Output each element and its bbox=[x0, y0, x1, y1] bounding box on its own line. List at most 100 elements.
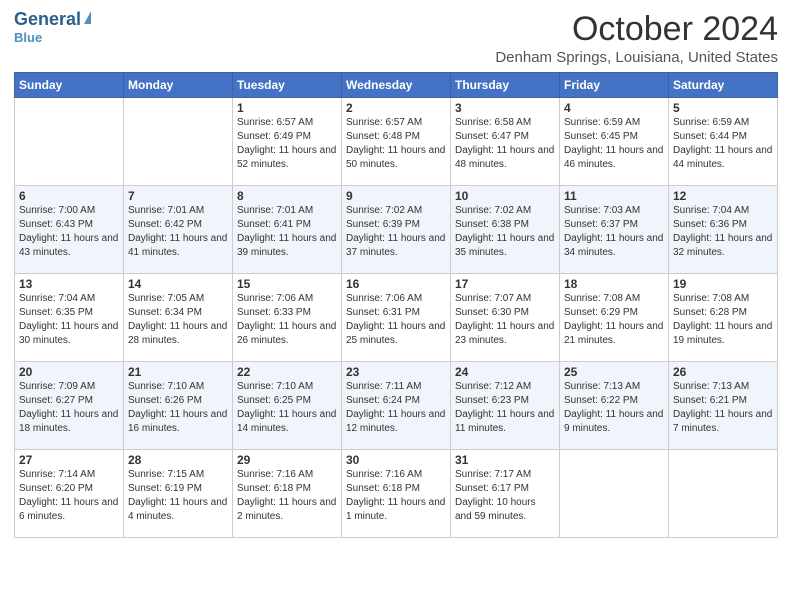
calendar-cell: 15Sunrise: 7:06 AMSunset: 6:33 PMDayligh… bbox=[233, 274, 342, 362]
calendar-cell bbox=[124, 98, 233, 186]
calendar-header-friday: Friday bbox=[560, 73, 669, 98]
calendar-cell: 18Sunrise: 7:08 AMSunset: 6:29 PMDayligh… bbox=[560, 274, 669, 362]
calendar-cell: 6Sunrise: 7:00 AMSunset: 6:43 PMDaylight… bbox=[15, 186, 124, 274]
day-info: Sunrise: 7:04 AMSunset: 6:36 PMDaylight:… bbox=[673, 204, 773, 260]
calendar-header-row: SundayMondayTuesdayWednesdayThursdayFrid… bbox=[15, 73, 778, 98]
day-number: 11 bbox=[564, 189, 664, 203]
day-number: 1 bbox=[237, 101, 337, 115]
calendar-cell: 9Sunrise: 7:02 AMSunset: 6:39 PMDaylight… bbox=[342, 186, 451, 274]
day-info: Sunrise: 6:57 AMSunset: 6:49 PMDaylight:… bbox=[237, 116, 337, 172]
calendar-cell: 29Sunrise: 7:16 AMSunset: 6:18 PMDayligh… bbox=[233, 450, 342, 538]
calendar-cell: 20Sunrise: 7:09 AMSunset: 6:27 PMDayligh… bbox=[15, 362, 124, 450]
calendar-cell: 28Sunrise: 7:15 AMSunset: 6:19 PMDayligh… bbox=[124, 450, 233, 538]
calendar-cell: 26Sunrise: 7:13 AMSunset: 6:21 PMDayligh… bbox=[669, 362, 778, 450]
calendar-cell: 4Sunrise: 6:59 AMSunset: 6:45 PMDaylight… bbox=[560, 98, 669, 186]
calendar-cell: 22Sunrise: 7:10 AMSunset: 6:25 PMDayligh… bbox=[233, 362, 342, 450]
day-info: Sunrise: 7:05 AMSunset: 6:34 PMDaylight:… bbox=[128, 292, 228, 348]
day-number: 28 bbox=[128, 453, 228, 467]
day-info: Sunrise: 7:14 AMSunset: 6:20 PMDaylight:… bbox=[19, 468, 119, 524]
day-number: 19 bbox=[673, 277, 773, 291]
day-number: 9 bbox=[346, 189, 446, 203]
calendar-cell bbox=[669, 450, 778, 538]
calendar-header-tuesday: Tuesday bbox=[233, 73, 342, 98]
calendar-cell: 5Sunrise: 6:59 AMSunset: 6:44 PMDaylight… bbox=[669, 98, 778, 186]
day-number: 16 bbox=[346, 277, 446, 291]
day-number: 10 bbox=[455, 189, 555, 203]
day-number: 6 bbox=[19, 189, 119, 203]
day-number: 3 bbox=[455, 101, 555, 115]
logo-icon bbox=[84, 11, 91, 24]
title-area: October 2024 Denham Springs, Louisiana, … bbox=[495, 10, 778, 66]
day-info: Sunrise: 7:01 AMSunset: 6:42 PMDaylight:… bbox=[128, 204, 228, 260]
page: General Blue October 2024 Denham Springs… bbox=[0, 0, 792, 612]
calendar-cell: 3Sunrise: 6:58 AMSunset: 6:47 PMDaylight… bbox=[451, 98, 560, 186]
calendar-cell: 14Sunrise: 7:05 AMSunset: 6:34 PMDayligh… bbox=[124, 274, 233, 362]
logo-blue: Blue bbox=[14, 30, 42, 45]
day-info: Sunrise: 7:02 AMSunset: 6:38 PMDaylight:… bbox=[455, 204, 555, 260]
day-info: Sunrise: 7:15 AMSunset: 6:19 PMDaylight:… bbox=[128, 468, 228, 524]
header: General Blue October 2024 Denham Springs… bbox=[14, 10, 778, 66]
day-info: Sunrise: 7:12 AMSunset: 6:23 PMDaylight:… bbox=[455, 380, 555, 436]
day-number: 15 bbox=[237, 277, 337, 291]
calendar-cell: 16Sunrise: 7:06 AMSunset: 6:31 PMDayligh… bbox=[342, 274, 451, 362]
day-number: 20 bbox=[19, 365, 119, 379]
calendar-cell: 19Sunrise: 7:08 AMSunset: 6:28 PMDayligh… bbox=[669, 274, 778, 362]
calendar-cell: 24Sunrise: 7:12 AMSunset: 6:23 PMDayligh… bbox=[451, 362, 560, 450]
day-number: 8 bbox=[237, 189, 337, 203]
day-info: Sunrise: 7:10 AMSunset: 6:25 PMDaylight:… bbox=[237, 380, 337, 436]
calendar-header-wednesday: Wednesday bbox=[342, 73, 451, 98]
day-info: Sunrise: 7:00 AMSunset: 6:43 PMDaylight:… bbox=[19, 204, 119, 260]
day-info: Sunrise: 7:06 AMSunset: 6:31 PMDaylight:… bbox=[346, 292, 446, 348]
calendar-week-2: 6Sunrise: 7:00 AMSunset: 6:43 PMDaylight… bbox=[15, 186, 778, 274]
day-info: Sunrise: 7:17 AMSunset: 6:17 PMDaylight:… bbox=[455, 468, 555, 524]
day-info: Sunrise: 7:11 AMSunset: 6:24 PMDaylight:… bbox=[346, 380, 446, 436]
calendar-header-thursday: Thursday bbox=[451, 73, 560, 98]
day-number: 25 bbox=[564, 365, 664, 379]
day-info: Sunrise: 6:59 AMSunset: 6:44 PMDaylight:… bbox=[673, 116, 773, 172]
day-number: 14 bbox=[128, 277, 228, 291]
logo-general: General bbox=[14, 10, 81, 30]
day-number: 5 bbox=[673, 101, 773, 115]
day-info: Sunrise: 6:59 AMSunset: 6:45 PMDaylight:… bbox=[564, 116, 664, 172]
day-info: Sunrise: 7:13 AMSunset: 6:21 PMDaylight:… bbox=[673, 380, 773, 436]
calendar-cell: 7Sunrise: 7:01 AMSunset: 6:42 PMDaylight… bbox=[124, 186, 233, 274]
day-info: Sunrise: 7:04 AMSunset: 6:35 PMDaylight:… bbox=[19, 292, 119, 348]
logo-area: General Blue bbox=[14, 10, 91, 45]
calendar-header-sunday: Sunday bbox=[15, 73, 124, 98]
day-number: 12 bbox=[673, 189, 773, 203]
day-number: 23 bbox=[346, 365, 446, 379]
calendar-cell bbox=[15, 98, 124, 186]
calendar-week-1: 1Sunrise: 6:57 AMSunset: 6:49 PMDaylight… bbox=[15, 98, 778, 186]
day-info: Sunrise: 7:03 AMSunset: 6:37 PMDaylight:… bbox=[564, 204, 664, 260]
day-info: Sunrise: 7:06 AMSunset: 6:33 PMDaylight:… bbox=[237, 292, 337, 348]
calendar-header-saturday: Saturday bbox=[669, 73, 778, 98]
day-number: 17 bbox=[455, 277, 555, 291]
day-number: 21 bbox=[128, 365, 228, 379]
main-title: October 2024 bbox=[495, 10, 778, 49]
day-info: Sunrise: 7:13 AMSunset: 6:22 PMDaylight:… bbox=[564, 380, 664, 436]
calendar-header-monday: Monday bbox=[124, 73, 233, 98]
day-info: Sunrise: 6:58 AMSunset: 6:47 PMDaylight:… bbox=[455, 116, 555, 172]
day-info: Sunrise: 7:07 AMSunset: 6:30 PMDaylight:… bbox=[455, 292, 555, 348]
day-info: Sunrise: 7:02 AMSunset: 6:39 PMDaylight:… bbox=[346, 204, 446, 260]
day-number: 18 bbox=[564, 277, 664, 291]
calendar-week-3: 13Sunrise: 7:04 AMSunset: 6:35 PMDayligh… bbox=[15, 274, 778, 362]
calendar-cell: 12Sunrise: 7:04 AMSunset: 6:36 PMDayligh… bbox=[669, 186, 778, 274]
calendar-cell: 13Sunrise: 7:04 AMSunset: 6:35 PMDayligh… bbox=[15, 274, 124, 362]
day-info: Sunrise: 7:01 AMSunset: 6:41 PMDaylight:… bbox=[237, 204, 337, 260]
calendar-cell: 17Sunrise: 7:07 AMSunset: 6:30 PMDayligh… bbox=[451, 274, 560, 362]
calendar-cell: 2Sunrise: 6:57 AMSunset: 6:48 PMDaylight… bbox=[342, 98, 451, 186]
day-number: 7 bbox=[128, 189, 228, 203]
calendar-cell: 8Sunrise: 7:01 AMSunset: 6:41 PMDaylight… bbox=[233, 186, 342, 274]
day-number: 29 bbox=[237, 453, 337, 467]
calendar-cell: 23Sunrise: 7:11 AMSunset: 6:24 PMDayligh… bbox=[342, 362, 451, 450]
sub-title: Denham Springs, Louisiana, United States bbox=[495, 49, 778, 66]
calendar-cell: 21Sunrise: 7:10 AMSunset: 6:26 PMDayligh… bbox=[124, 362, 233, 450]
calendar-cell: 27Sunrise: 7:14 AMSunset: 6:20 PMDayligh… bbox=[15, 450, 124, 538]
day-number: 2 bbox=[346, 101, 446, 115]
calendar-week-4: 20Sunrise: 7:09 AMSunset: 6:27 PMDayligh… bbox=[15, 362, 778, 450]
day-number: 30 bbox=[346, 453, 446, 467]
day-number: 26 bbox=[673, 365, 773, 379]
calendar-cell: 10Sunrise: 7:02 AMSunset: 6:38 PMDayligh… bbox=[451, 186, 560, 274]
day-number: 24 bbox=[455, 365, 555, 379]
